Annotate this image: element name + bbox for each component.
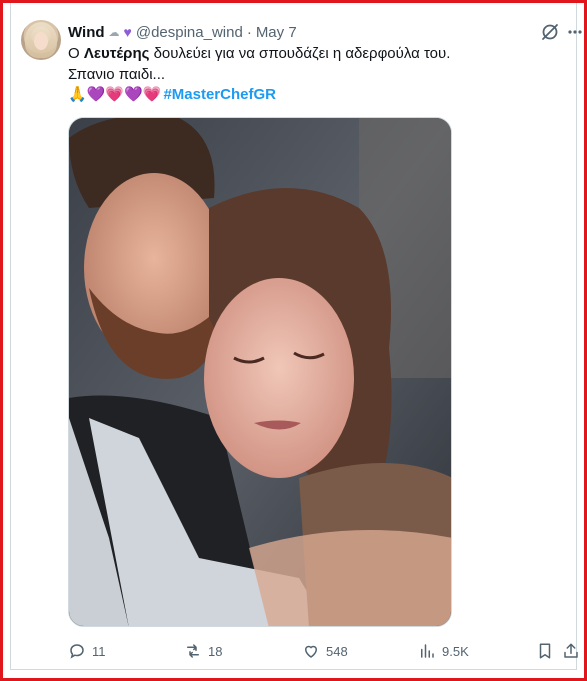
reply-count: 11 bbox=[92, 643, 106, 659]
text-before: Ο bbox=[68, 45, 84, 62]
views-count: 9.5K bbox=[442, 643, 469, 659]
pink-heart-emoji: 💗 bbox=[105, 86, 125, 103]
grok-icon[interactable] bbox=[540, 22, 560, 42]
tweet-text-line1: Ο Λευτέρης δουλεύει για να σπουδάζει η α… bbox=[68, 43, 538, 64]
tweet-header: Wind ☁ ♥ @despina_wind · May 7 bbox=[68, 22, 297, 42]
reply-icon bbox=[70, 644, 84, 659]
tweet-date[interactable]: May 7 bbox=[256, 24, 297, 41]
text-bold-name: Λευτέρης bbox=[83, 45, 150, 62]
more-icon[interactable] bbox=[567, 22, 583, 42]
tweet-media-image[interactable] bbox=[68, 117, 452, 627]
tweet-text: Ο Λευτέρης δουλεύει για να σπουδάζει η α… bbox=[68, 43, 538, 85]
text-after: δουλεύει για να σπουδάζει η αδερφούλα το… bbox=[149, 45, 451, 62]
bookmark-button[interactable] bbox=[536, 641, 554, 661]
reply-button[interactable]: 11 bbox=[68, 641, 106, 661]
emoji-hashtag-line: 🙏 💜 💗 💜 💗 #MasterChefGR bbox=[68, 86, 276, 104]
tweet-text-line2: Σπανιο παιδι... bbox=[68, 66, 166, 83]
views-button[interactable]: 9.5K bbox=[418, 641, 469, 661]
hashtag-link[interactable]: #MasterChefGR bbox=[163, 86, 276, 104]
author-name[interactable]: Wind bbox=[68, 24, 105, 41]
author-handle[interactable]: @despina_wind bbox=[136, 24, 243, 41]
purple-heart-emoji: 💜 bbox=[124, 86, 143, 103]
avatar[interactable] bbox=[21, 20, 61, 60]
avatar-face bbox=[34, 32, 48, 50]
retweet-button[interactable]: 18 bbox=[184, 641, 222, 661]
like-icon bbox=[304, 645, 318, 658]
share-button[interactable] bbox=[562, 641, 580, 661]
pink-heart-emoji: 💗 bbox=[142, 86, 162, 103]
retweet-count: 18 bbox=[208, 643, 223, 659]
pray-emoji: 🙏 bbox=[68, 86, 87, 103]
purple-heart-emoji: 💜 bbox=[86, 86, 106, 103]
cloud-emoji-icon: ☁ bbox=[108, 26, 120, 39]
bookmark-icon bbox=[539, 643, 551, 659]
separator-dot: · bbox=[246, 23, 252, 41]
like-button[interactable]: 548 bbox=[302, 641, 348, 661]
share-icon bbox=[564, 643, 578, 658]
purple-heart-icon: ♥ bbox=[123, 24, 132, 40]
media-photo bbox=[69, 118, 451, 626]
retweet-icon bbox=[187, 644, 199, 658]
tweet-actions: 11 18 548 9.5K bbox=[68, 641, 583, 661]
views-icon bbox=[421, 644, 434, 658]
like-count: 548 bbox=[326, 643, 348, 659]
